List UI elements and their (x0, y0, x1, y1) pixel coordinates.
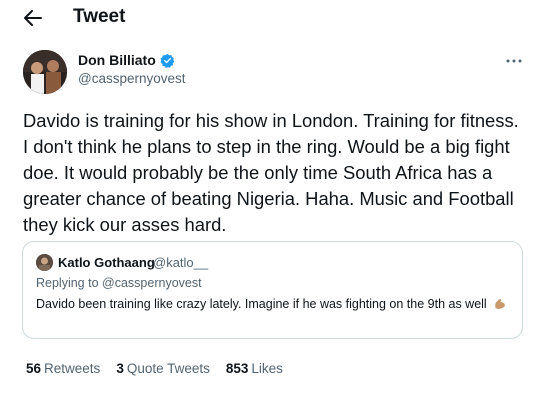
quote-text: Davido been training like crazy lately. … (36, 296, 516, 313)
retweets-count: 56 (26, 361, 42, 376)
quote-author-handle[interactable]: @katlo__ (153, 255, 208, 270)
replying-to-handle[interactable]: @casspernyovest (102, 276, 202, 290)
flexed-biceps-emoji (495, 299, 506, 309)
likes-label: Likes (251, 361, 283, 376)
quote-tweets-stat[interactable]: 3 Quote Tweets (116, 361, 210, 376)
more-options-icon (506, 59, 522, 63)
quote-author-name[interactable]: Katlo Gothaang (58, 255, 155, 270)
back-button[interactable] (20, 5, 46, 31)
tweet-stats: 56 Retweets 3 Quote Tweets 853 Likes (26, 361, 283, 376)
quote-avatar[interactable] (36, 254, 53, 271)
arrow-left-icon (24, 10, 42, 26)
quote-tweets-label: Quote Tweets (126, 361, 210, 376)
tweet-text: Davido is training for his show in Londo… (23, 110, 519, 235)
more-options-button[interactable] (503, 52, 525, 66)
quote-text-body: Davido been training like crazy lately. … (36, 297, 487, 311)
author-handle[interactable]: @casspernyovest (78, 71, 186, 86)
author-name-text: Don Billiato (78, 52, 156, 68)
top-bar: Tweet (0, 0, 534, 36)
retweets-label: Retweets (44, 361, 101, 376)
replying-to-label: Replying to (36, 276, 99, 290)
author-name[interactable]: Don Billiato (78, 52, 175, 68)
quote-replying-to: Replying to @casspernyovest (36, 276, 202, 290)
likes-stat[interactable]: 853 Likes (226, 361, 283, 376)
verified-badge-icon (160, 53, 175, 68)
page-title: Tweet (73, 6, 126, 27)
quote-tweets-count: 3 (116, 361, 124, 376)
avatar[interactable] (23, 50, 67, 94)
retweets-stat[interactable]: 56 Retweets (26, 361, 100, 376)
quoted-tweet-card[interactable]: Katlo Gothaang @katlo__ Replying to @cas… (22, 241, 523, 339)
likes-count: 853 (225, 361, 249, 376)
